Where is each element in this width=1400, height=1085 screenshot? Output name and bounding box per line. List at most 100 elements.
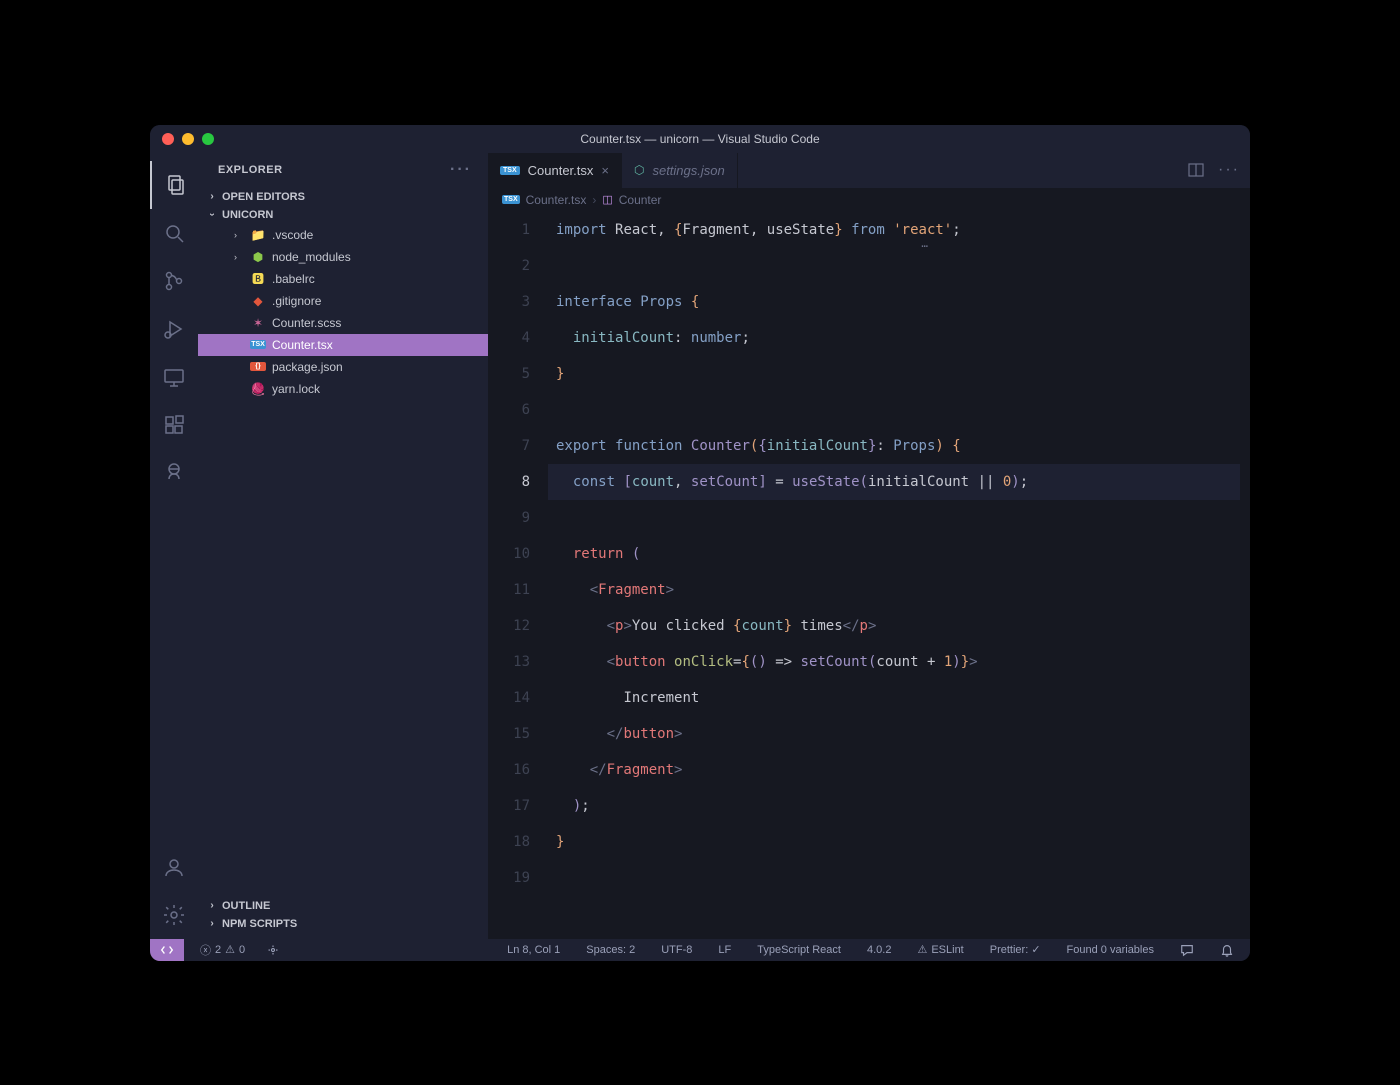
code-line[interactable]: );	[548, 788, 1240, 824]
code-line[interactable]: initialCount: number;	[548, 320, 1240, 356]
line-number: 2	[488, 248, 530, 284]
code-line[interactable]	[548, 248, 1240, 284]
chevron-right-icon: ›	[206, 900, 218, 911]
minimize-window-button[interactable]	[182, 133, 194, 145]
eol[interactable]: LF	[712, 944, 737, 956]
more-actions-icon[interactable]: ···	[1218, 161, 1240, 179]
language-mode[interactable]: TypeScript React	[751, 944, 847, 956]
files-icon[interactable]	[150, 161, 198, 209]
line-number: 5	[488, 356, 530, 392]
gear-icon[interactable]	[150, 891, 198, 939]
bell-icon[interactable]	[1214, 943, 1240, 957]
chevron-right-icon: ›	[206, 191, 218, 202]
code-line[interactable]: Increment	[548, 680, 1240, 716]
file-tree: ›📁.vscode›⬢node_modules🅱.babelrc◆.gitign…	[198, 224, 488, 400]
line-number: 11	[488, 572, 530, 608]
code-editor[interactable]: 12345678910111213141516171819 … import R…	[488, 212, 1250, 939]
status-bar: ⓧ2 ⚠0 Ln 8, Col 1 Spaces: 2 UTF-8 LF Typ…	[150, 939, 1250, 961]
code-line[interactable]: const [count, setCount] = useState(initi…	[548, 464, 1240, 500]
file-tree-item[interactable]: 🅱.babelrc	[198, 268, 488, 290]
editor-tab[interactable]: TSXCounter.tsx×	[488, 153, 622, 188]
encoding[interactable]: UTF-8	[655, 944, 698, 956]
window-title: Counter.tsx — unicorn — Visual Studio Co…	[150, 132, 1250, 146]
code-line[interactable]	[548, 860, 1240, 896]
file-tree-item[interactable]: {}package.json	[198, 356, 488, 378]
search-icon[interactable]	[150, 209, 198, 257]
code-lines[interactable]: … import React, {Fragment, useState} fro…	[548, 212, 1250, 939]
typescript-version[interactable]: 4.0.2	[861, 944, 897, 956]
feedback-icon[interactable]	[1174, 943, 1200, 957]
split-editor-icon[interactable]	[1188, 162, 1204, 178]
close-window-button[interactable]	[162, 133, 174, 145]
file-tree-label: .gitignore	[272, 294, 321, 308]
file-tree-item[interactable]: 🧶yarn.lock	[198, 378, 488, 400]
editor-tab[interactable]: ⬡ settings.json	[622, 153, 738, 188]
source-control-icon[interactable]	[150, 257, 198, 305]
code-line[interactable]: }	[548, 356, 1240, 392]
code-line[interactable]: </button>	[548, 716, 1240, 752]
code-line[interactable]	[548, 500, 1240, 536]
indentation[interactable]: Spaces: 2	[580, 944, 641, 956]
code-line[interactable]: <button onClick={() => setCount(count + …	[548, 644, 1240, 680]
close-icon[interactable]: ×	[601, 163, 609, 178]
code-line[interactable]: return (	[548, 536, 1240, 572]
live-share-icon[interactable]	[150, 449, 198, 497]
code-line[interactable]: export function Counter({initialCount}: …	[548, 428, 1240, 464]
tab-bar: TSXCounter.tsx×⬡settings.json ···	[488, 153, 1250, 188]
file-tree-item[interactable]: ›📁.vscode	[198, 224, 488, 246]
account-icon[interactable]	[150, 843, 198, 891]
line-number: 12	[488, 608, 530, 644]
json-green-icon: ⬡	[634, 163, 644, 177]
code-line[interactable]: interface Props {	[548, 284, 1240, 320]
vscode-window: Counter.tsx — unicorn — Visual Studio Co…	[150, 125, 1250, 961]
code-line[interactable]: </Fragment>	[548, 752, 1240, 788]
file-tree-item[interactable]: ✶Counter.scss	[198, 312, 488, 334]
line-number: 7	[488, 428, 530, 464]
line-number: 4	[488, 320, 530, 356]
remote-explorer-icon[interactable]	[150, 353, 198, 401]
tsx-file-icon: TSX	[502, 195, 520, 204]
explorer-sidebar: EXPLORER ··· › OPEN EDITORS › UNICORN › 📁…	[198, 153, 488, 939]
section-npm-scripts[interactable]: › NPM SCRIPTS	[198, 915, 488, 933]
line-number: 8	[488, 464, 530, 500]
eslint-status[interactable]: ⚠ ESLint	[911, 943, 969, 956]
problems-indicator[interactable]: ⓧ2 ⚠0	[194, 942, 251, 958]
section-open-editors[interactable]: › OPEN EDITORS	[198, 188, 488, 206]
more-icon[interactable]: ···	[450, 161, 472, 179]
variables-status[interactable]: Found 0 variables	[1061, 944, 1160, 956]
editor-area: TSX Counter.tsx × ⬡ settings.json ··· TSX Co…	[488, 153, 1250, 939]
file-tree-label: Counter.tsx	[272, 338, 333, 352]
breadcrumb[interactable]: TSX Counter.tsx › ◫ Counter	[488, 188, 1250, 212]
ports-icon[interactable]	[261, 944, 285, 956]
remote-indicator[interactable]	[150, 939, 184, 961]
code-line[interactable]: import React, {Fragment, useState} from …	[548, 212, 1240, 248]
section-outline[interactable]: › OUTLINE	[198, 897, 488, 915]
cursor-position[interactable]: Ln 8, Col 1	[501, 944, 566, 956]
prettier-status[interactable]: Prettier: ✓	[984, 943, 1047, 956]
tsx-file-icon: TSX	[250, 340, 266, 349]
section-project[interactable]: › UNICORN	[198, 206, 488, 224]
file-tree-item[interactable]: ◆.gitignore	[198, 290, 488, 312]
tab-label: Counter.tsx	[528, 163, 594, 178]
line-number: 3	[488, 284, 530, 320]
file-tree-item[interactable]: ›⬢node_modules	[198, 246, 488, 268]
tab-label: settings.json	[652, 163, 724, 178]
code-lens-hint: …	[921, 226, 930, 262]
chevron-right-icon: ›	[206, 918, 218, 929]
chevron-right-icon: ›	[234, 230, 244, 240]
code-line[interactable]: <p>You clicked {count} times</p>	[548, 608, 1240, 644]
line-number: 16	[488, 752, 530, 788]
chevron-right-icon: ›	[234, 252, 244, 262]
sidebar-header: EXPLORER ···	[198, 153, 488, 188]
code-line[interactable]	[548, 392, 1240, 428]
extensions-icon[interactable]	[150, 401, 198, 449]
breadcrumb-file: Counter.tsx	[526, 193, 587, 207]
line-number: 1	[488, 212, 530, 248]
maximize-window-button[interactable]	[202, 133, 214, 145]
folder-file-icon: 📁	[250, 228, 266, 242]
code-line[interactable]: <Fragment>	[548, 572, 1240, 608]
file-tree-item[interactable]: TSX Counter.tsx	[198, 334, 488, 356]
code-line[interactable]: }	[548, 824, 1240, 860]
traffic-lights	[162, 133, 214, 145]
debug-icon[interactable]	[150, 305, 198, 353]
